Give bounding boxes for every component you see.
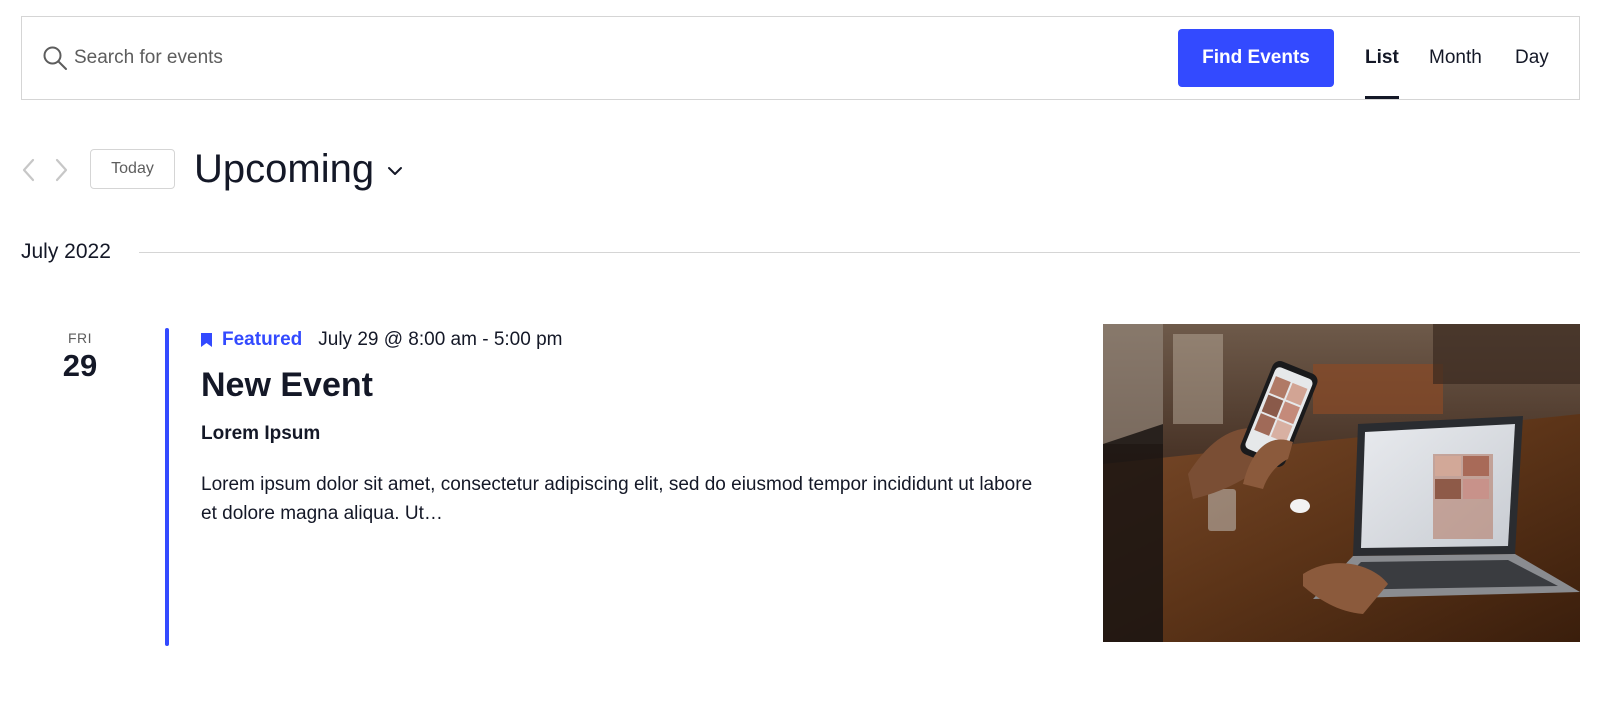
tab-month[interactable]: Month [1429,17,1482,99]
events-search-bar: Find Events List Month Day [21,16,1580,100]
event-weekday: FRI [67,330,93,346]
event-featured-image[interactable] [1103,324,1580,642]
event-description: Lorem ipsum dolor sit amet, consectetur … [201,474,1033,524]
month-divider [139,252,1580,253]
tab-day[interactable]: Day [1515,17,1549,99]
featured-label: Featured [222,329,303,350]
tab-list[interactable]: List [1365,17,1399,99]
bookmark-icon [201,333,212,347]
chevron-down-icon [388,167,403,175]
period-label: Upcoming [194,146,375,191]
period-selector[interactable]: Upcoming [194,144,404,194]
previous-arrow-icon[interactable] [18,155,40,185]
event-venue: Lorem Ipsum [201,423,321,444]
event-datetime: July 29 @ 8:00 am - 5:00 pm [318,329,563,350]
search-input[interactable] [74,39,674,77]
month-separator: July 2022 [21,238,1580,268]
find-events-button[interactable]: Find Events [1178,29,1334,87]
search-icon [43,46,67,70]
month-label: July 2022 [21,240,111,263]
event-title[interactable]: New Event [201,366,373,405]
event-date-tag: FRI 29 [40,330,120,384]
event-day: 29 [62,348,98,383]
next-arrow-icon[interactable] [50,155,72,185]
event-meta: Featured July 29 @ 8:00 am - 5:00 pm [201,328,563,352]
featured-event-bar [165,328,169,646]
today-button[interactable]: Today [90,149,175,189]
